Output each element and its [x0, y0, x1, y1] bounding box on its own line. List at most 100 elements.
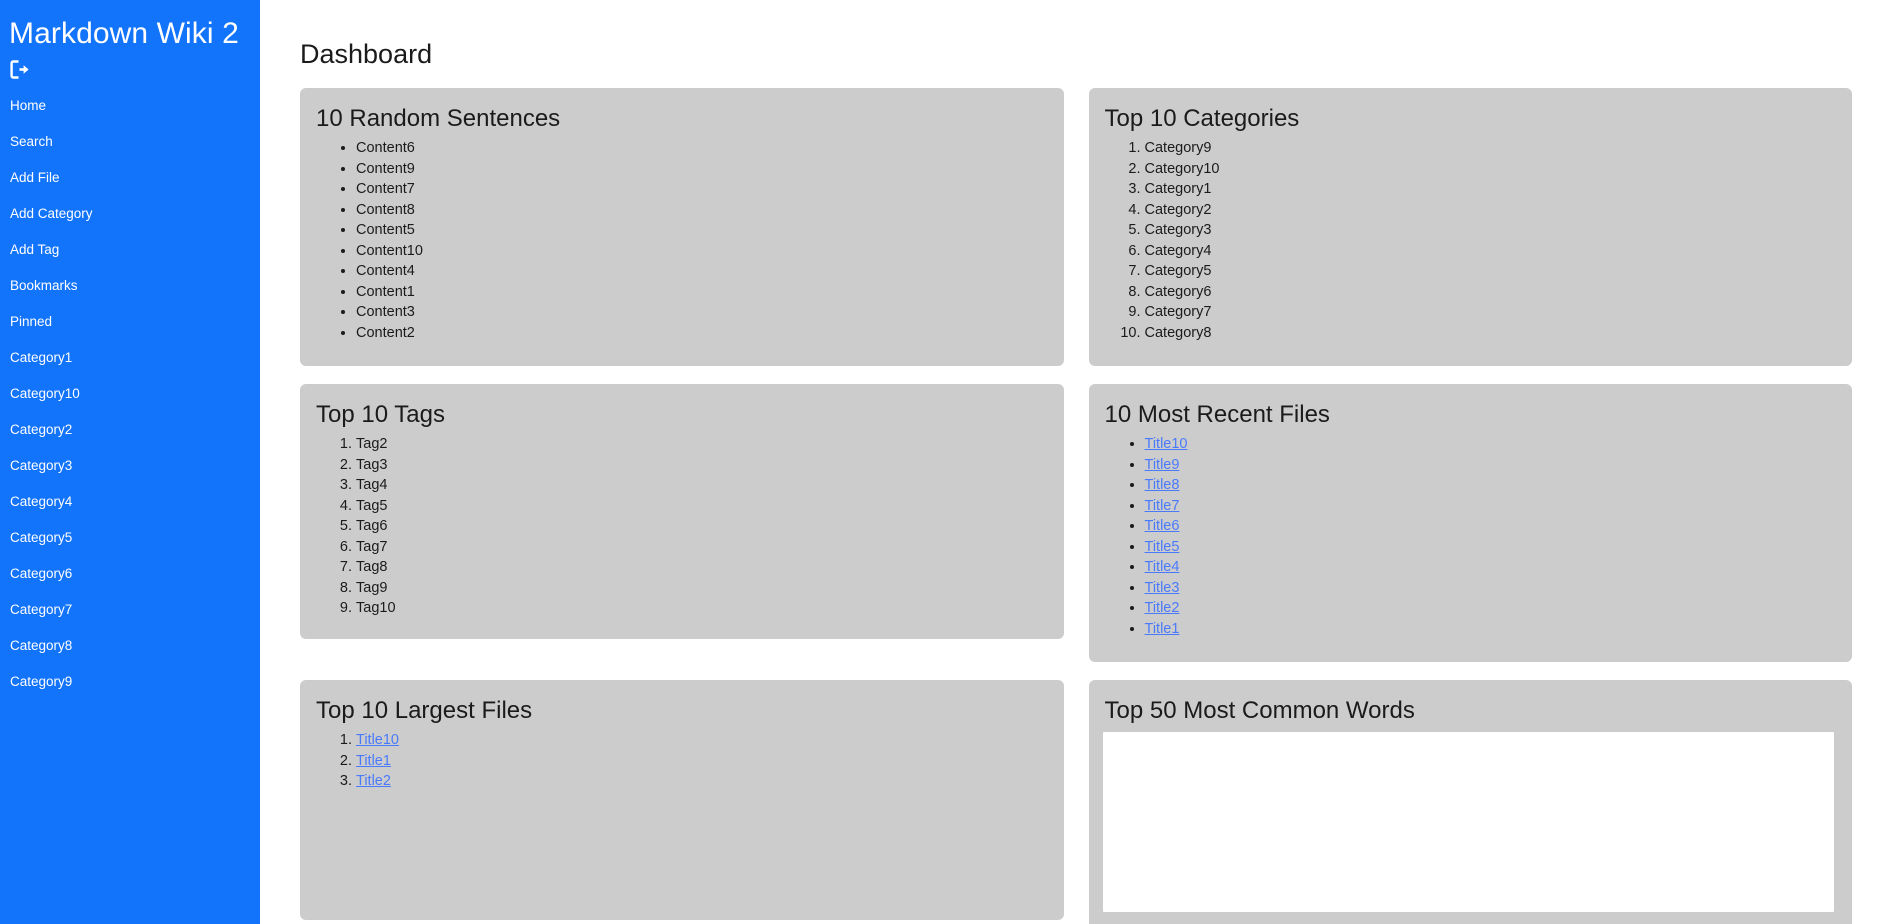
sidebar: Markdown Wiki 2 Home Search Add File Add…	[0, 0, 260, 924]
random-sentences-list: Content6 Content9 Content7 Content8 Cont…	[314, 138, 1046, 343]
list-item: Title3	[1145, 578, 1835, 599]
most-recent-files-list: Title10 Title9 Title8 Title7 Title6 Titl…	[1103, 434, 1835, 639]
sidebar-link-search[interactable]: Search	[0, 124, 260, 160]
file-link[interactable]: Title2	[1145, 600, 1180, 616]
sidebar-link-pinned[interactable]: Pinned	[0, 304, 260, 340]
sidebar-link-category1[interactable]: Category1	[0, 340, 260, 376]
sidebar-item-bookmarks[interactable]: Bookmarks	[0, 268, 260, 304]
main-content: Dashboard 10 Random Sentences Content6 C…	[260, 0, 1892, 924]
sidebar-link-home[interactable]: Home	[0, 88, 260, 124]
list-item: Content1	[356, 282, 1046, 303]
sidebar-item-add-category[interactable]: Add Category	[0, 196, 260, 232]
list-item: Content7	[356, 179, 1046, 200]
card-title-largest-files: Top 10 Largest Files	[316, 697, 533, 724]
list-item: Title1	[356, 751, 1046, 772]
sidebar-item-category6[interactable]: Category6	[0, 556, 260, 592]
sidebar-link-add-tag[interactable]: Add Tag	[0, 232, 260, 268]
list-item: Title9	[1145, 455, 1835, 476]
list-item: Title2	[1145, 598, 1835, 619]
sidebar-item-category5[interactable]: Category5	[0, 520, 260, 556]
file-link[interactable]: Title1	[1145, 621, 1180, 637]
file-link[interactable]: Title5	[1145, 539, 1180, 555]
sidebar-link-category3[interactable]: Category3	[0, 448, 260, 484]
file-link[interactable]: Title9	[1145, 457, 1180, 473]
list-item: Category2	[1145, 200, 1835, 221]
list-item: Content3	[356, 302, 1046, 323]
sidebar-item-category8[interactable]: Category8	[0, 628, 260, 664]
card-top-categories: Top 10 Categories Category9 Category10 C…	[1088, 88, 1852, 366]
sidebar-link-category2[interactable]: Category2	[0, 412, 260, 448]
file-link[interactable]: Title10	[1145, 436, 1188, 452]
list-item: Title2	[356, 771, 1046, 792]
card-most-recent-files: 10 Most Recent Files Title10 Title9 Titl…	[1088, 384, 1852, 662]
file-link[interactable]: Title4	[1145, 559, 1180, 575]
sidebar-item-category4[interactable]: Category4	[0, 484, 260, 520]
logout-button[interactable]	[0, 58, 260, 88]
sidebar-link-category9[interactable]: Category9	[0, 664, 260, 700]
list-item: Tag8	[356, 557, 1046, 578]
list-item: Title7	[1145, 496, 1835, 517]
sidebar-link-category5[interactable]: Category5	[0, 520, 260, 556]
sidebar-item-home[interactable]: Home	[0, 88, 260, 124]
list-item: Title1	[1145, 619, 1835, 640]
dashboard-grid: 10 Random Sentences Content6 Content9 Co…	[300, 88, 1852, 924]
sidebar-link-category7[interactable]: Category7	[0, 592, 260, 628]
sidebar-link-category10[interactable]: Category10	[0, 376, 260, 412]
sidebar-link-add-category[interactable]: Add Category	[0, 196, 260, 232]
sidebar-link-category4[interactable]: Category4	[0, 484, 260, 520]
sidebar-link-category6[interactable]: Category6	[0, 556, 260, 592]
list-item: Category1	[1145, 179, 1835, 200]
list-item: Content2	[356, 323, 1046, 344]
list-item: Title5	[1145, 537, 1835, 558]
card-title-common-words: Top 50 Most Common Words	[1104, 697, 1415, 724]
file-link[interactable]: Title10	[356, 732, 399, 748]
list-item: Title6	[1145, 516, 1835, 537]
list-item: Tag9	[356, 578, 1046, 599]
card-random-sentences: 10 Random Sentences Content6 Content9 Co…	[300, 88, 1064, 366]
list-item: Category10	[1145, 159, 1835, 180]
sidebar-link-add-file[interactable]: Add File	[0, 160, 260, 196]
list-item: Tag3	[356, 455, 1046, 476]
sidebar-item-category9[interactable]: Category9	[0, 664, 260, 700]
sidebar-nav-list: Home Search Add File Add Category Add Ta…	[0, 88, 260, 700]
file-link[interactable]: Title6	[1145, 518, 1180, 534]
app-brand-title: Markdown Wiki 2	[9, 17, 239, 50]
list-item: Content9	[356, 159, 1046, 180]
list-item: Title10	[1145, 434, 1835, 455]
card-common-words: Top 50 Most Common Words	[1088, 680, 1852, 924]
sidebar-item-category2[interactable]: Category2	[0, 412, 260, 448]
sidebar-item-category3[interactable]: Category3	[0, 448, 260, 484]
list-item: Category5	[1145, 261, 1835, 282]
file-link[interactable]: Title1	[356, 753, 391, 769]
page-title: Dashboard	[300, 39, 433, 69]
list-item: Title4	[1145, 557, 1835, 578]
card-title-most-recent-files: 10 Most Recent Files	[1104, 401, 1330, 428]
list-item: Tag5	[356, 496, 1046, 517]
app-root: Markdown Wiki 2 Home Search Add File Add…	[0, 0, 1892, 924]
file-link[interactable]: Title3	[1145, 580, 1180, 596]
sidebar-item-add-tag[interactable]: Add Tag	[0, 232, 260, 268]
sidebar-item-category10[interactable]: Category10	[0, 376, 260, 412]
sidebar-item-pinned[interactable]: Pinned	[0, 304, 260, 340]
sidebar-item-add-file[interactable]: Add File	[0, 160, 260, 196]
logout-icon[interactable]	[10, 59, 30, 79]
file-link[interactable]: Title2	[356, 773, 391, 789]
list-item: Content10	[356, 241, 1046, 262]
card-title-top-categories: Top 10 Categories	[1104, 105, 1300, 132]
sidebar-item-category1[interactable]: Category1	[0, 340, 260, 376]
list-item: Category6	[1145, 282, 1835, 303]
list-item: Tag6	[356, 516, 1046, 537]
list-item: Category8	[1145, 323, 1835, 344]
card-title-random-sentences: 10 Random Sentences	[316, 105, 561, 132]
list-item: Title8	[1145, 475, 1835, 496]
file-link[interactable]: Title7	[1145, 498, 1180, 514]
card-largest-files: Top 10 Largest Files Title10 Title1 Titl…	[300, 680, 1064, 920]
top-tags-list: Tag2 Tag3 Tag4 Tag5 Tag6 Tag7 Tag8 Tag9 …	[314, 434, 1046, 619]
sidebar-link-category8[interactable]: Category8	[0, 628, 260, 664]
sidebar-item-search[interactable]: Search	[0, 124, 260, 160]
sidebar-link-bookmarks[interactable]: Bookmarks	[0, 268, 260, 304]
sidebar-item-category7[interactable]: Category7	[0, 592, 260, 628]
file-link[interactable]: Title8	[1145, 477, 1180, 493]
list-item: Title10	[356, 730, 1046, 751]
top-categories-list: Category9 Category10 Category1 Category2…	[1103, 138, 1835, 343]
